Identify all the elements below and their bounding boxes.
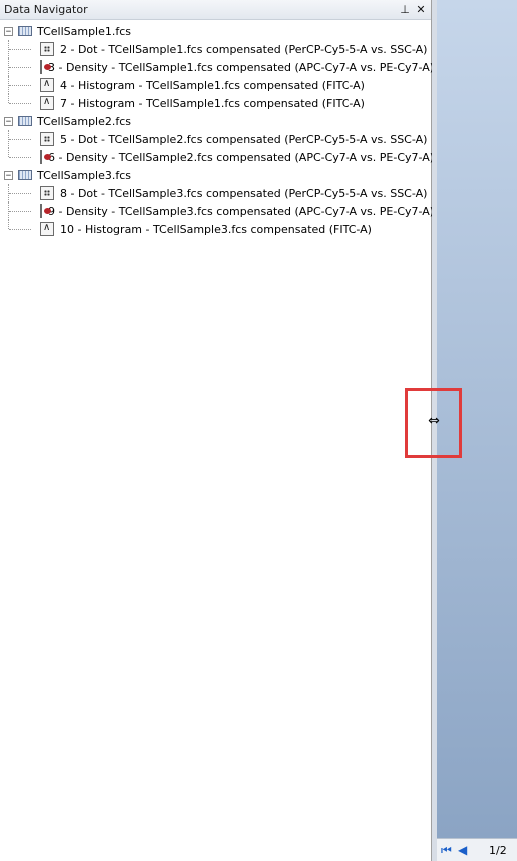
plot-label: 10 - Histogram - TCellSample3.fcs compen… bbox=[60, 222, 372, 236]
tree-file-node[interactable]: − TCellSample2.fcs bbox=[0, 112, 431, 130]
plot-label: 3 - Density - TCellSample1.fcs compensat… bbox=[48, 60, 435, 74]
collapse-toggle-icon[interactable]: − bbox=[4, 116, 13, 126]
fcs-file-icon bbox=[18, 116, 32, 126]
plot-label: 8 - Dot - TCellSample3.fcs compensated (… bbox=[60, 186, 428, 200]
dot-plot-icon bbox=[40, 132, 54, 146]
collapse-toggle-icon[interactable]: − bbox=[4, 170, 13, 180]
tree-connector-branch bbox=[9, 157, 31, 158]
tree-plot-node[interactable]: 10 - Histogram - TCellSample3.fcs compen… bbox=[0, 220, 431, 238]
file-name-label: TCellSample1.fcs bbox=[37, 24, 132, 38]
file-tree: − TCellSample1.fcs 2 - Dot - TCellSample1.… bbox=[0, 20, 435, 238]
plot-label: 6 - Density - TCellSample2.fcs compensat… bbox=[48, 150, 435, 164]
resize-cursor-icon: ⇔ bbox=[428, 413, 440, 429]
tree-connector-branch bbox=[9, 49, 31, 50]
panel-title: Data Navigator bbox=[4, 3, 88, 16]
dot-plot-icon bbox=[40, 42, 54, 56]
tree-connector-branch bbox=[9, 85, 31, 86]
previous-page-icon[interactable]: ◀ bbox=[458, 843, 472, 857]
tree-connector-branch bbox=[9, 211, 31, 212]
tree-file-node[interactable]: − TCellSample3.fcs bbox=[0, 166, 431, 184]
page-indicator: 1/2 bbox=[489, 843, 507, 857]
tree-plot-node[interactable]: 4 - Histogram - TCellSample1.fcs compens… bbox=[0, 76, 431, 94]
page-navigation-bar: ⏮ ◀ 1/2 bbox=[437, 838, 517, 861]
tree-connector-branch bbox=[9, 103, 31, 104]
tree-plot-node[interactable]: 9 - Density - TCellSample3.fcs compensat… bbox=[0, 202, 435, 220]
histogram-plot-icon bbox=[40, 222, 54, 236]
tree-plot-node[interactable]: 2 - Dot - TCellSample1.fcs compensated (… bbox=[0, 40, 431, 58]
tree-plot-node[interactable]: 3 - Density - TCellSample1.fcs compensat… bbox=[0, 58, 435, 76]
histogram-plot-icon bbox=[40, 78, 54, 92]
density-plot-icon bbox=[40, 204, 51, 218]
tree-connector-branch bbox=[9, 193, 31, 194]
tree-connector-branch bbox=[9, 67, 31, 68]
tree-connector-line bbox=[8, 220, 9, 229]
data-navigator-panel: Data Navigator ⊥ ✕ − TCellSample1.fcs 2 - … bbox=[0, 0, 435, 861]
tree-plot-node[interactable]: 8 - Dot - TCellSample3.fcs compensated (… bbox=[0, 184, 431, 202]
first-page-icon[interactable]: ⏮ bbox=[441, 843, 455, 857]
histogram-plot-icon bbox=[40, 96, 54, 110]
plot-label: 9 - Density - TCellSample3.fcs compensat… bbox=[48, 204, 435, 218]
density-plot-icon bbox=[40, 60, 51, 74]
plot-label: 5 - Dot - TCellSample2.fcs compensated (… bbox=[60, 132, 428, 146]
close-icon[interactable]: ✕ bbox=[415, 3, 427, 17]
tree-file-node[interactable]: − TCellSample1.fcs bbox=[0, 22, 431, 40]
file-name-label: TCellSample2.fcs bbox=[37, 114, 132, 128]
fcs-file-icon bbox=[18, 170, 32, 180]
file-name-label: TCellSample3.fcs bbox=[37, 168, 132, 182]
tree-connector-branch bbox=[9, 139, 31, 140]
tree-connector-line bbox=[8, 94, 9, 103]
density-plot-icon bbox=[40, 150, 51, 164]
collapse-toggle-icon[interactable]: − bbox=[4, 26, 13, 36]
panel-title-bar[interactable]: Data Navigator ⊥ ✕ bbox=[0, 0, 431, 20]
tree-connector-branch bbox=[9, 229, 31, 230]
dot-plot-icon bbox=[40, 186, 54, 200]
tree-plot-node[interactable]: 5 - Dot - TCellSample2.fcs compensated (… bbox=[0, 130, 431, 148]
tree-plot-node[interactable]: 6 - Density - TCellSample2.fcs compensat… bbox=[0, 148, 435, 166]
plot-label: 4 - Histogram - TCellSample1.fcs compens… bbox=[60, 78, 365, 92]
tree-connector-line bbox=[8, 148, 9, 157]
fcs-file-icon bbox=[18, 26, 32, 36]
plot-label: 2 - Dot - TCellSample1.fcs compensated (… bbox=[60, 42, 428, 56]
plot-label: 7 - Histogram - TCellSample1.fcs compens… bbox=[60, 96, 365, 110]
tree-plot-node[interactable]: 7 - Histogram - TCellSample1.fcs compens… bbox=[0, 94, 431, 112]
pin-icon[interactable]: ⊥ bbox=[399, 3, 411, 17]
